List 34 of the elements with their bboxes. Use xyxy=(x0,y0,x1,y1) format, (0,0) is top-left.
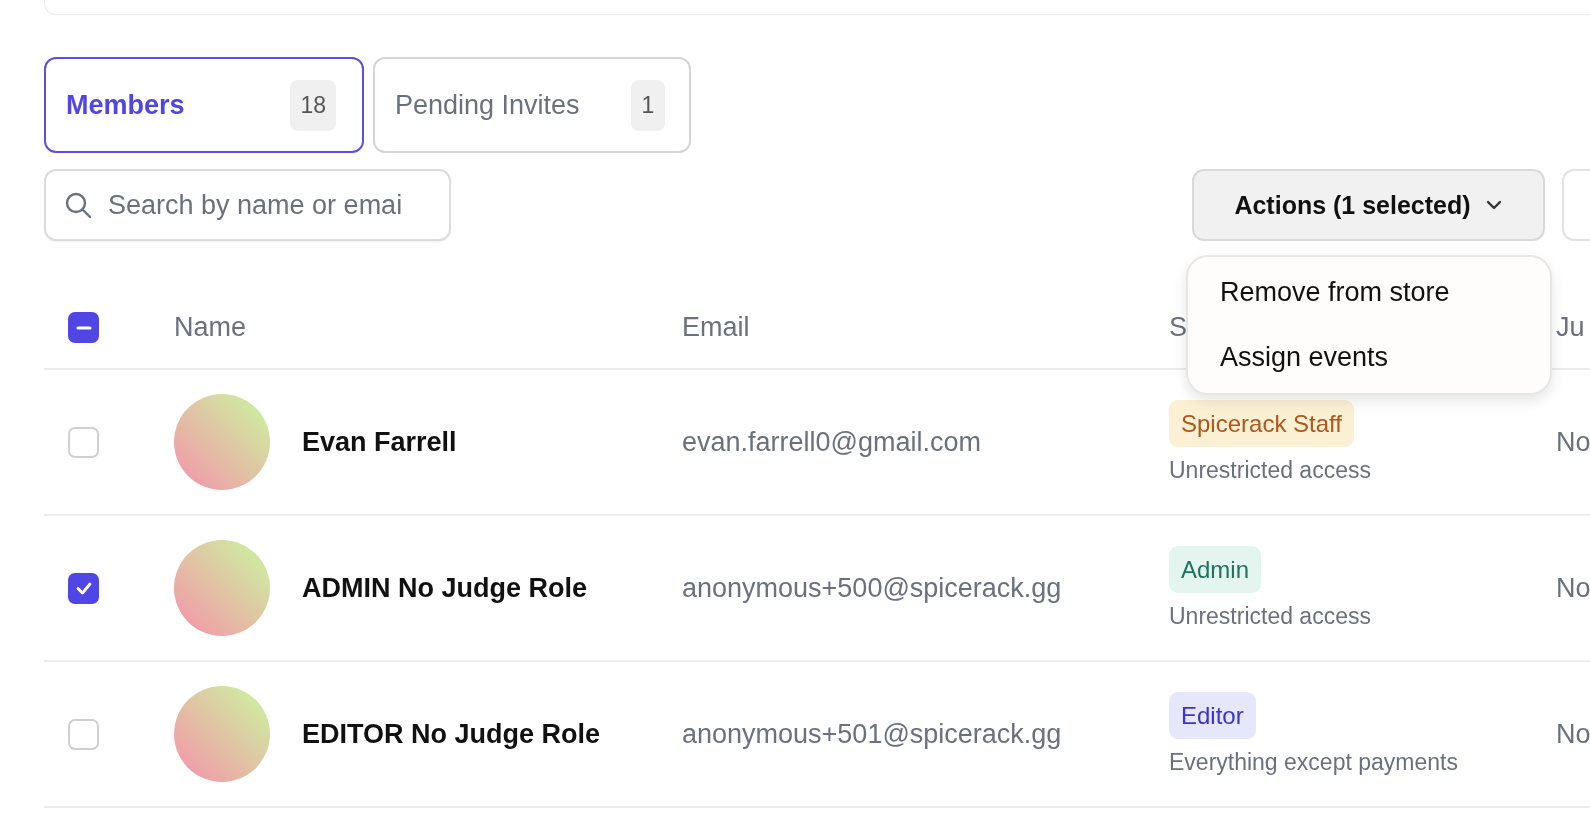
count-badge: 18 xyxy=(290,79,336,131)
search-icon xyxy=(64,191,92,219)
member-name: EDITOR No Judge Role xyxy=(302,718,601,750)
access-description: Unrestricted access xyxy=(1169,457,1371,484)
minus-icon xyxy=(75,325,92,330)
checkmark-icon xyxy=(75,581,92,595)
role-tag: Editor xyxy=(1169,692,1256,739)
table-cell: No xyxy=(1556,718,1590,749)
table-cell: No xyxy=(1556,426,1590,457)
access-description: Everything except payments xyxy=(1169,749,1458,776)
member-email: anonymous+500@spicerack.gg xyxy=(682,572,1062,603)
column-header: S xyxy=(1169,312,1187,342)
column-header: Email xyxy=(682,312,750,342)
column-header: Name xyxy=(174,312,247,342)
role-tag: Spicerack Staff xyxy=(1169,400,1354,447)
member-name: ADMIN No Judge Role xyxy=(302,572,587,604)
checkbox[interactable] xyxy=(68,312,99,343)
search-field[interactable]: Search by name or emai xyxy=(44,169,451,241)
member-email: anonymous+501@spicerack.gg xyxy=(682,718,1062,749)
count-badge: 1 xyxy=(631,79,665,131)
column-header: Ju xyxy=(1556,312,1585,342)
menu-item[interactable]: Remove from store xyxy=(1188,260,1550,325)
checkbox[interactable] xyxy=(68,572,99,604)
tab[interactable]: Pending Invites 1 xyxy=(373,57,691,153)
toolbar-button[interactable] xyxy=(1562,169,1590,241)
tab[interactable]: Members 18 xyxy=(44,57,364,153)
table-cell: No xyxy=(1556,572,1590,603)
member-email: evan.farrell0@gmail.com xyxy=(682,426,982,457)
access-description: Unrestricted access xyxy=(1169,603,1371,630)
member-name: Evan Farrell xyxy=(302,426,457,458)
menu-item[interactable]: Assign events xyxy=(1188,325,1550,390)
chevron-down-icon xyxy=(1484,199,1503,211)
actions-button[interactable]: Actions (1 selected) xyxy=(1192,169,1545,241)
role-tag: Admin xyxy=(1169,546,1262,593)
